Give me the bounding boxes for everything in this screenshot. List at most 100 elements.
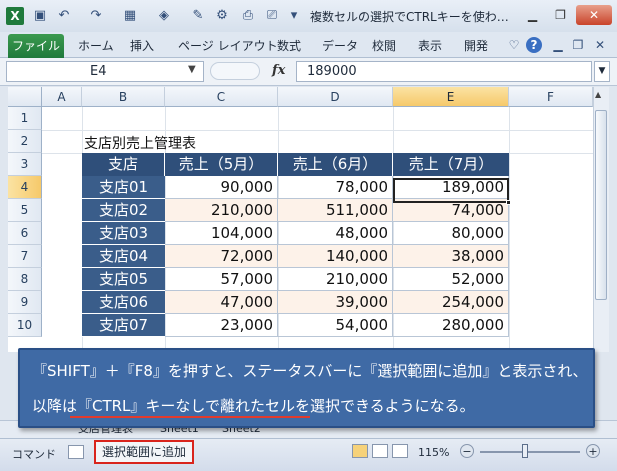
column-header-b[interactable]: B <box>82 87 165 107</box>
callout-text-line1: 『SHIFT』＋『F8』を押すと、ステータスバーに『選択範囲に追加』と表示され、 <box>32 362 588 380</box>
excel-app-icon[interactable]: X <box>6 7 24 25</box>
row-header-10[interactable]: 10 <box>8 314 42 337</box>
row-header-8[interactable]: 8 <box>8 268 42 291</box>
table-cell-may[interactable]: 104,000 <box>165 222 278 245</box>
formula-expand-icon[interactable]: ▼ <box>594 61 610 82</box>
table-cell-jun[interactable]: 54,000 <box>278 314 393 337</box>
print-preview-icon[interactable]: ⎙ <box>240 8 256 24</box>
scroll-up-icon[interactable]: ▲ <box>595 90 601 99</box>
table-cell-jul[interactable]: 254,000 <box>393 291 509 314</box>
column-header-f[interactable]: F <box>509 87 593 107</box>
page-layout-view-icon[interactable] <box>372 444 388 458</box>
table-cell-may[interactable]: 72,000 <box>165 245 278 268</box>
gridline <box>42 130 593 131</box>
tab-page-layout[interactable]: ページ レイアウト <box>178 36 278 56</box>
fill-handle[interactable] <box>506 200 511 205</box>
formula-bar-splitter[interactable] <box>210 62 260 80</box>
status-extend-mode: 選択範囲に追加 <box>94 440 194 464</box>
row-header-1[interactable]: 1 <box>8 107 42 130</box>
print-icon[interactable]: ⎚ <box>264 8 280 24</box>
restore-icon[interactable]: ❐ <box>548 5 573 25</box>
table-cell-jul[interactable]: 280,000 <box>393 314 509 337</box>
tab-insert[interactable]: 挿入 <box>130 36 154 56</box>
ribbon-collapse-icon[interactable]: ♡ <box>506 37 522 53</box>
table-cell-branch[interactable]: 支店07 <box>82 314 165 337</box>
table-header-branch[interactable]: 支店 <box>82 153 165 176</box>
table-header-may[interactable]: 売上（5月） <box>165 153 278 176</box>
workbook-minimize-icon[interactable]: ▁ <box>550 37 566 53</box>
zoom-level[interactable]: 115% <box>418 446 449 459</box>
insert-function-icon[interactable]: fx <box>272 63 285 78</box>
tab-review[interactable]: 校閲 <box>372 36 396 56</box>
active-cell-border <box>393 178 509 203</box>
normal-view-icon[interactable] <box>352 444 368 458</box>
formula-input[interactable]: 189000 <box>296 61 592 82</box>
chevron-down-icon[interactable]: ▼ <box>188 64 196 75</box>
table-cell-jul[interactable]: 38,000 <box>393 245 509 268</box>
table-cell-branch[interactable]: 支店04 <box>82 245 165 268</box>
scrollbar-thumb[interactable] <box>595 110 607 300</box>
table-cell-may[interactable]: 57,000 <box>165 268 278 291</box>
workbook-restore-icon[interactable]: ❐ <box>570 37 586 53</box>
table-cell-branch[interactable]: 支店05 <box>82 268 165 291</box>
tab-developer[interactable]: 開発 <box>464 36 488 56</box>
table-cell-branch[interactable]: 支店01 <box>82 176 165 199</box>
format-painter-icon[interactable]: ✎ <box>190 8 206 24</box>
table-cell-jul[interactable]: 80,000 <box>393 222 509 245</box>
table-cell-jun[interactable]: 48,000 <box>278 222 393 245</box>
select-all-button[interactable] <box>8 87 42 107</box>
tab-data[interactable]: データ <box>322 36 358 56</box>
table-cell-branch[interactable]: 支店03 <box>82 222 165 245</box>
column-header-a[interactable]: A <box>42 87 82 107</box>
row-header-4[interactable]: 4 <box>8 176 42 199</box>
tab-file[interactable]: ファイル <box>8 34 64 58</box>
table-title[interactable]: 支店別売上管理表 <box>84 133 196 153</box>
workbook-close-icon[interactable]: ✕ <box>592 37 608 53</box>
macro-record-icon[interactable] <box>68 445 84 459</box>
table-cell-may[interactable]: 210,000 <box>165 199 278 222</box>
row-header-9[interactable]: 9 <box>8 291 42 314</box>
tab-formulas[interactable]: 数式 <box>277 36 301 56</box>
zoom-in-icon[interactable]: + <box>586 444 600 458</box>
table-cell-may[interactable]: 47,000 <box>165 291 278 314</box>
table-header-jun[interactable]: 売上（6月） <box>278 153 393 176</box>
tab-view[interactable]: 表示 <box>418 36 442 56</box>
table-cell-jun[interactable]: 140,000 <box>278 245 393 268</box>
table-cell-jun[interactable]: 78,000 <box>278 176 393 199</box>
column-header-e[interactable]: E <box>393 87 509 107</box>
row-header-2[interactable]: 2 <box>8 130 42 153</box>
help-icon[interactable]: ? <box>526 37 542 53</box>
minimize-icon[interactable]: ▁ <box>520 5 545 25</box>
table-cell-jun[interactable]: 511,000 <box>278 199 393 222</box>
table-cell-may[interactable]: 90,000 <box>165 176 278 199</box>
window-title: 複数セルの選択でCTRLキーを使わ… <box>310 10 509 24</box>
zoom-out-icon[interactable]: − <box>460 444 474 458</box>
quick-access-icon[interactable]: ⚙ <box>214 8 230 24</box>
table-cell-branch[interactable]: 支店02 <box>82 199 165 222</box>
row-header-6[interactable]: 6 <box>8 222 42 245</box>
table-cell-jul[interactable]: 52,000 <box>393 268 509 291</box>
zoom-slider-thumb[interactable] <box>522 444 528 458</box>
row-header-3[interactable]: 3 <box>8 153 42 176</box>
tab-home[interactable]: ホーム <box>78 36 114 56</box>
table-cell-may[interactable]: 23,000 <box>165 314 278 337</box>
table-header-jul[interactable]: 売上（7月） <box>393 153 509 176</box>
column-header-d[interactable]: D <box>278 87 393 107</box>
table-cell-branch[interactable]: 支店06 <box>82 291 165 314</box>
row-header-5[interactable]: 5 <box>8 199 42 222</box>
column-header-c[interactable]: C <box>165 87 278 107</box>
row-header-7[interactable]: 7 <box>8 245 42 268</box>
fill-color-icon[interactable]: ◈ <box>156 8 172 24</box>
callout-text-line2: 以降は『CTRL』キーなしで離れたセルを選択できるようになる。 <box>32 397 475 415</box>
redo-icon[interactable]: ↷ <box>88 8 104 24</box>
undo-icon[interactable]: ↶ <box>56 8 72 24</box>
table-cell-jun[interactable]: 39,000 <box>278 291 393 314</box>
page-break-view-icon[interactable] <box>392 444 408 458</box>
save-icon[interactable]: ▣ <box>32 8 48 24</box>
callout-underline <box>70 416 310 418</box>
table-cell-jun[interactable]: 210,000 <box>278 268 393 291</box>
zoom-slider[interactable] <box>480 451 580 453</box>
customize-icon[interactable]: ▾ <box>286 8 302 24</box>
borders-icon[interactable]: ▦ <box>122 8 138 24</box>
close-icon[interactable]: ✕ <box>576 5 612 25</box>
